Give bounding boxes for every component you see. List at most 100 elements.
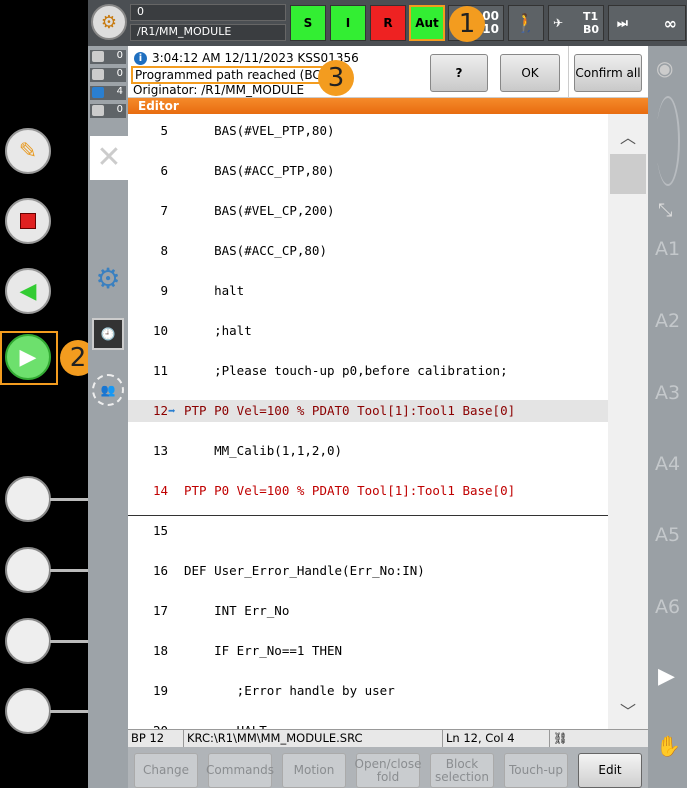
highlight-box bbox=[0, 331, 58, 385]
play-icon[interactable]: ▶ bbox=[658, 664, 675, 689]
axis-a4-key[interactable]: A4 bbox=[648, 453, 687, 475]
hardware-key-3[interactable] bbox=[5, 618, 51, 664]
settings-gear-icon[interactable]: ⚙ bbox=[91, 262, 125, 296]
fold-separator bbox=[128, 515, 608, 516]
stop-button[interactable] bbox=[5, 198, 51, 244]
space-mouse-icon[interactable] bbox=[656, 96, 680, 186]
annotation-badge-3: 3 bbox=[318, 60, 354, 96]
code-line[interactable]: 9 halt bbox=[128, 280, 608, 302]
jog-mode-button[interactable]: 🚶 bbox=[508, 5, 544, 41]
code-line[interactable]: 16 DEF User_Error_Handle(Err_No:IN) bbox=[128, 560, 608, 582]
code-line[interactable]: 11 ;Please touch-up p0,before calibratio… bbox=[128, 360, 608, 382]
left-hardware-panel: ✎ ◀ ▶ 2 bbox=[0, 0, 96, 788]
robot-logo-icon[interactable]: ⚙ bbox=[91, 4, 127, 40]
line-number: 6 bbox=[160, 163, 168, 178]
line-text: ;halt bbox=[184, 323, 252, 338]
code-line[interactable]: 8 BAS(#ACC_CP,80) bbox=[128, 240, 608, 262]
program-run-mode-button[interactable]: ⏭ ∞ bbox=[608, 5, 686, 41]
info-icon: i bbox=[134, 52, 147, 65]
indicator-info[interactable]: 4 bbox=[90, 86, 126, 100]
status-line: BP 12 KRC:\R1\MM\MM_MODULE.SRC Ln 12, Co… bbox=[128, 729, 648, 747]
robot-interpreter-button[interactable]: R bbox=[370, 5, 406, 41]
hardware-key-4[interactable] bbox=[5, 688, 51, 734]
touch-up-button[interactable]: Touch-up bbox=[504, 753, 568, 788]
code-line[interactable]: 7 BAS(#VEL_CP,200) bbox=[128, 200, 608, 222]
message-originator: Originator: /R1/MM_MODULE bbox=[133, 83, 305, 97]
line-number: 14 bbox=[152, 483, 168, 498]
status-field-1[interactable]: 0 bbox=[130, 4, 286, 21]
help-button[interactable]: ? bbox=[430, 54, 488, 92]
message-text: Programmed path reached (BCO) bbox=[131, 66, 339, 84]
line-text: INT Err_No bbox=[184, 603, 290, 618]
axis-a2-key[interactable]: A2 bbox=[648, 310, 687, 332]
line-number: 7 bbox=[160, 203, 168, 218]
indicator-acknowledge[interactable]: 0 bbox=[90, 104, 126, 118]
edit-button[interactable]: Edit bbox=[578, 753, 642, 788]
motion-button[interactable]: Motion bbox=[282, 753, 346, 788]
axis-a1-key[interactable]: A1 bbox=[648, 238, 687, 260]
file-path: KRC:\R1\MM\MM_MODULE.SRC bbox=[184, 730, 443, 747]
users-icon[interactable]: 👥 bbox=[92, 374, 124, 406]
start-backward-button[interactable]: ◀ bbox=[5, 268, 51, 314]
line-number: 11 bbox=[152, 363, 168, 378]
edit-pencil-button[interactable]: ✎ bbox=[5, 128, 51, 174]
line-number: 17 bbox=[152, 603, 168, 618]
axis-a5-key[interactable]: A5 bbox=[648, 524, 687, 546]
stop-icon bbox=[20, 213, 36, 229]
drives-button[interactable]: I bbox=[330, 5, 366, 41]
line-number: 9 bbox=[160, 283, 168, 298]
hardware-key-2[interactable] bbox=[5, 547, 51, 593]
scroll-thumb[interactable] bbox=[610, 154, 646, 194]
code-line[interactable]: 14 PTP P0 Vel=100 % PDAT0 Tool[1]:Tool1 B… bbox=[128, 480, 608, 502]
right-sidebar: ◉ ⤡ A1 A2 A3 A4 A5 A6 ▶ ✋ bbox=[648, 46, 687, 788]
code-line[interactable]: 6 BAS(#ACC_PTP,80) bbox=[128, 160, 608, 182]
open-close-fold-button[interactable]: Open/close fold bbox=[355, 753, 422, 788]
globe-icon[interactable]: ◉ bbox=[656, 56, 673, 80]
line-text: HALT bbox=[184, 720, 267, 729]
line-number: 18 bbox=[152, 643, 168, 658]
indicator-warning[interactable]: 0 bbox=[90, 68, 126, 82]
code-line[interactable]: 20 HALT bbox=[128, 720, 608, 729]
code-editor[interactable]: 5 BAS(#VEL_PTP,80) 6 BAS(#ACC_PTP,80) 7 BA… bbox=[128, 114, 608, 729]
hand-icon[interactable]: ✋ bbox=[656, 734, 681, 758]
scrollbar[interactable]: ︿ ﹀ bbox=[608, 114, 648, 729]
submit-interpreter-button[interactable]: S bbox=[290, 5, 326, 41]
code-line[interactable]: 13 MM_Calib(1,1,2,0) bbox=[128, 440, 608, 462]
line-text: PTP P0 Vel=100 % PDAT0 Tool[1]:Tool1 Bas… bbox=[184, 483, 516, 498]
top-status-bar: ⚙ 0 /R1/MM_MODULE S I R Aut 00 10 1 🚶 ✈ T1… bbox=[88, 0, 687, 46]
change-button[interactable]: Change bbox=[134, 753, 198, 788]
scroll-up-icon[interactable]: ︿ bbox=[620, 124, 636, 148]
code-line[interactable]: 10 ;halt bbox=[128, 320, 608, 342]
ok-button[interactable]: OK bbox=[500, 54, 560, 92]
code-line[interactable]: 15 bbox=[128, 520, 608, 542]
cursor-position: Ln 12, Col 4 bbox=[443, 730, 550, 747]
axis-a6-key[interactable]: A6 bbox=[648, 596, 687, 618]
line-number: 5 bbox=[160, 123, 168, 138]
close-icon[interactable]: ✕ bbox=[90, 136, 128, 180]
commands-button[interactable]: Commands bbox=[206, 753, 274, 788]
axis-a3-key[interactable]: A3 bbox=[648, 382, 687, 404]
indicator-error[interactable]: 0 bbox=[90, 50, 126, 64]
code-line[interactable]: 12 ➡ PTP P0 Vel=100 % PDAT0 Tool[1]:Tool1 … bbox=[128, 400, 608, 422]
coordinate-system-icon[interactable]: ⤡ bbox=[658, 200, 672, 221]
line-text: ;Error handle by user bbox=[184, 683, 395, 698]
line-text: PTP P0 Vel=100 % PDAT0 Tool[1]:Tool1 Bas… bbox=[184, 403, 516, 418]
code-line[interactable]: 17 INT Err_No bbox=[128, 600, 608, 622]
code-line[interactable]: 5 BAS(#VEL_PTP,80) bbox=[128, 120, 608, 142]
line-number: 19 bbox=[152, 683, 168, 698]
block-selection-button[interactable]: Block selection bbox=[430, 753, 494, 788]
pencil-icon: ✎ bbox=[18, 138, 38, 164]
hardware-key-1[interactable] bbox=[5, 476, 51, 522]
code-line[interactable]: 19 ;Error handle by user bbox=[128, 680, 608, 702]
operating-mode-button[interactable]: Aut bbox=[409, 5, 445, 41]
tool-base-button[interactable]: ✈ T1 B0 bbox=[548, 5, 604, 41]
line-number: 16 bbox=[152, 563, 168, 578]
code-line[interactable]: 18 IF Err_No==1 THEN bbox=[128, 640, 608, 662]
line-number: 8 bbox=[160, 243, 168, 258]
line-text: BAS(#VEL_CP,200) bbox=[184, 203, 335, 218]
clock-icon[interactable]: 🕘 bbox=[92, 318, 124, 350]
scroll-down-icon[interactable]: ﹀ bbox=[620, 698, 636, 722]
confirm-all-button[interactable]: Confirm all bbox=[574, 54, 642, 92]
program-path-field[interactable]: /R1/MM_MODULE bbox=[130, 24, 286, 41]
tool-icon: ✈ bbox=[553, 16, 564, 30]
